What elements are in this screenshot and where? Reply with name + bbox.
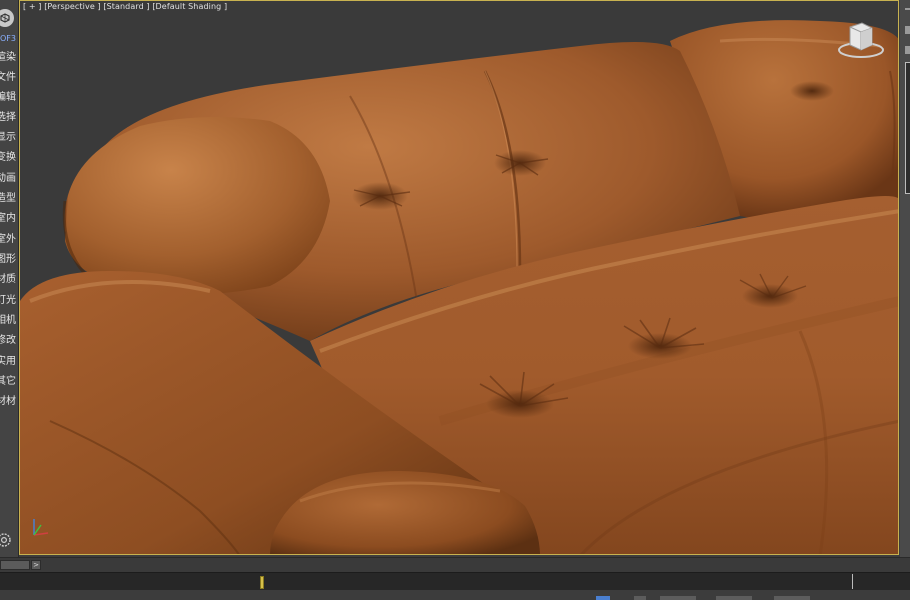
sidebar-item-material[interactable]: 材质 xyxy=(0,272,18,288)
sidebar-item-shapes[interactable]: 图形 xyxy=(0,252,18,268)
sidebar-item-exterior[interactable]: 室外 xyxy=(0,232,18,248)
status-bar xyxy=(0,590,910,600)
axis-tripod-icon xyxy=(33,519,49,536)
max-logo-icon[interactable] xyxy=(0,9,14,27)
current-frame-key[interactable] xyxy=(260,576,264,589)
time-slider-bar: > xyxy=(0,557,910,573)
coord-y-field[interactable] xyxy=(716,596,752,600)
sidebar-item-camera[interactable]: 相机 xyxy=(0,313,18,329)
status-grid-button[interactable] xyxy=(634,596,646,600)
sidebar-item-edit[interactable]: 编辑 xyxy=(0,90,18,106)
sidebar-item-materials[interactable]: 材材 xyxy=(0,394,18,410)
sidebar-item-other[interactable]: 其它 xyxy=(0,374,18,390)
sidebar-item-lights[interactable]: 灯光 xyxy=(0,293,18,309)
viewport-menu-perspective[interactable]: [Perspective ] xyxy=(44,2,101,11)
right-panel-tab[interactable] xyxy=(905,26,910,34)
sidebar-item-display[interactable]: 显示 xyxy=(0,130,18,146)
gear-icon[interactable] xyxy=(0,532,12,548)
right-panel-tab[interactable] xyxy=(905,46,910,54)
next-frame-button[interactable]: > xyxy=(31,560,41,570)
viewcube-icon[interactable] xyxy=(836,19,886,61)
perspective-viewport[interactable]: [ + ] [Perspective ] [Standard ] [Defaul… xyxy=(19,0,899,555)
sidebar-top-label: OF3 xyxy=(0,34,16,43)
sidebar-item-modeling[interactable]: 造型 xyxy=(0,191,18,207)
viewport-label: [ + ] [Perspective ] [Standard ] [Defaul… xyxy=(23,2,227,11)
viewport-menu-plus[interactable]: [ + ] xyxy=(23,2,42,11)
sidebar-item-transform[interactable]: 变换 xyxy=(0,150,18,166)
frame-marker xyxy=(852,574,853,589)
viewport-menu-standard[interactable]: [Standard ] xyxy=(103,2,149,11)
sidebar-item-animation[interactable]: 动画 xyxy=(0,171,18,187)
track-bar[interactable] xyxy=(0,572,910,591)
status-toggle-button[interactable] xyxy=(596,596,610,600)
command-sidebar: OF3 渲染 文件 编辑 选择 显示 变换 动画 造型 室内 室外 图形 材质 … xyxy=(0,0,19,558)
right-panel-mark xyxy=(905,8,910,10)
viewport-menu-shading[interactable]: [Default Shading ] xyxy=(152,2,227,11)
right-panel-box[interactable] xyxy=(905,62,910,194)
sidebar-item-select[interactable]: 选择 xyxy=(0,110,18,126)
time-slider[interactable] xyxy=(0,560,30,570)
sidebar-item-interior[interactable]: 室内 xyxy=(0,211,18,227)
coord-z-field[interactable] xyxy=(774,596,810,600)
sidebar-item-utilities[interactable]: 实用 xyxy=(0,354,18,370)
sidebar-item-file[interactable]: 文件 xyxy=(0,70,18,86)
sidebar-item-modify[interactable]: 修改 xyxy=(0,333,18,349)
sidebar-item-render[interactable]: 渲染 xyxy=(0,50,18,66)
sofa-render xyxy=(20,20,898,554)
coord-x-field[interactable] xyxy=(660,596,696,600)
